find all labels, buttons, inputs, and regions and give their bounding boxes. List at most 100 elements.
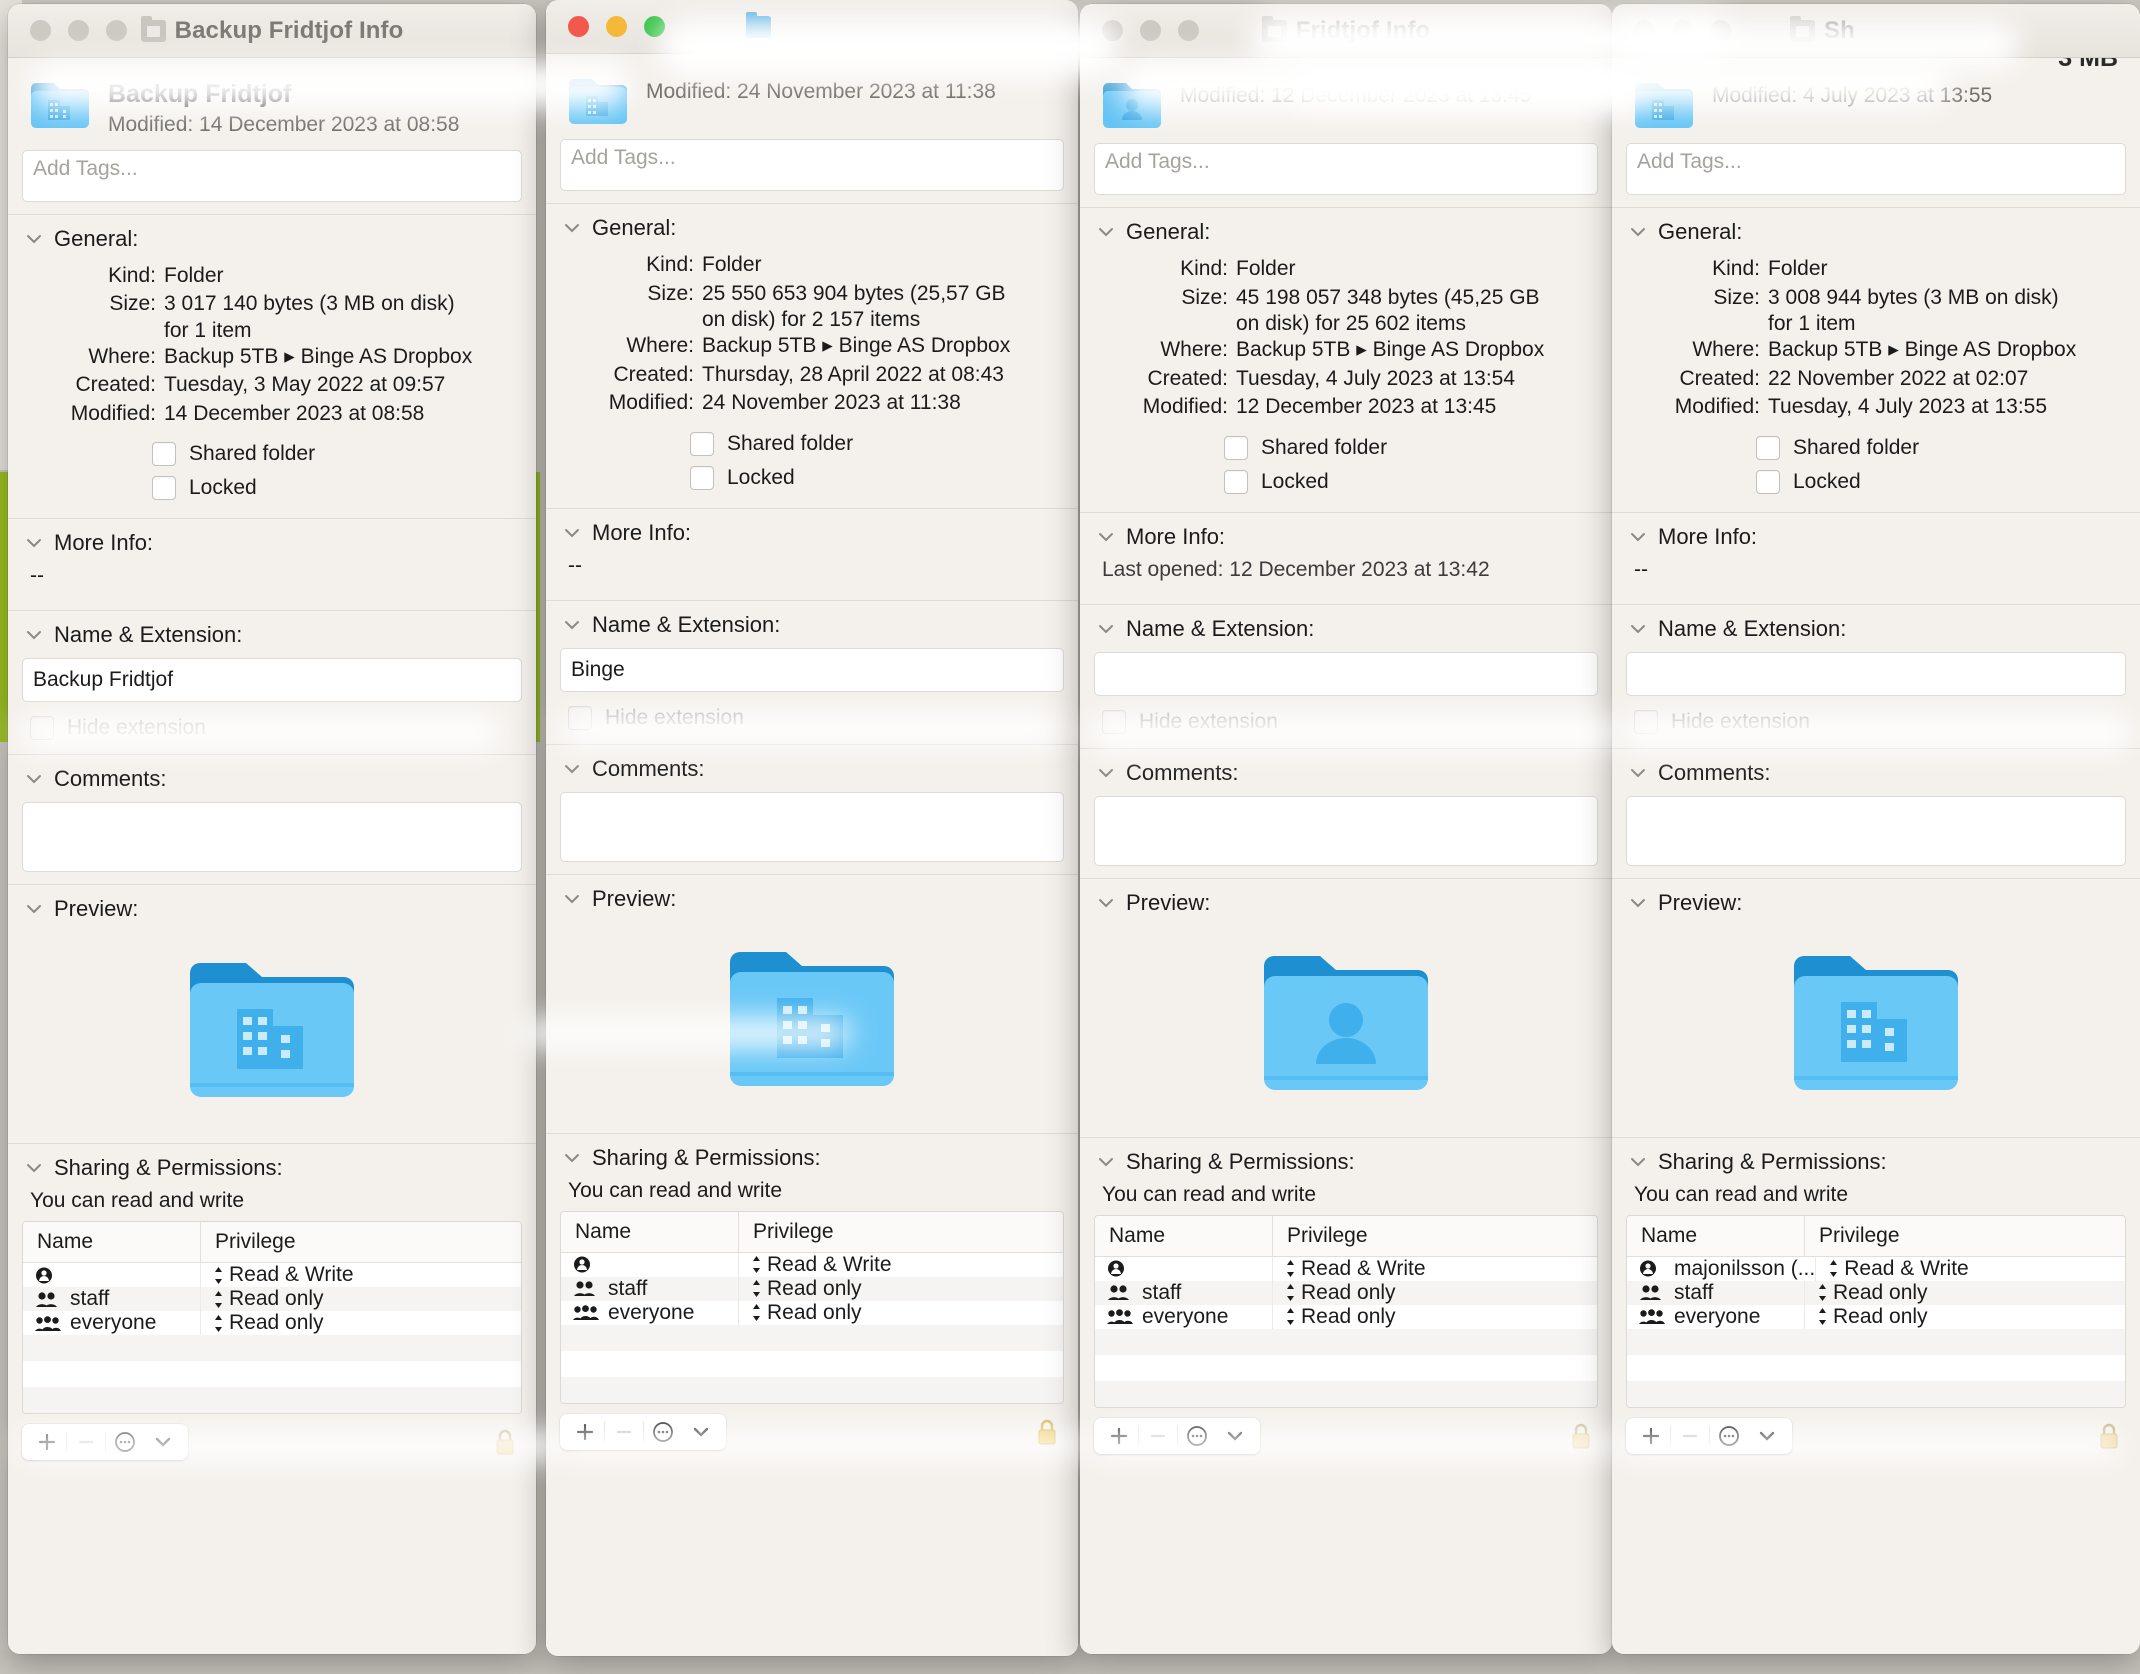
permissions-table-3[interactable]: Name Privilege Read & Write staff Read o… [1094, 1215, 1598, 1408]
zoom-button[interactable] [1178, 20, 1199, 41]
comments-input-2[interactable] [560, 792, 1064, 862]
table-row[interactable]: majonilsson (... Read & Write [1627, 1257, 2125, 1281]
shared-folder-checkbox-row-4[interactable]: Shared folder [1756, 436, 2140, 460]
name-ext-disclosure-2[interactable]: Name & Extension: [546, 601, 1078, 642]
locked-checkbox-row-2[interactable]: Locked [690, 466, 1078, 490]
locked-checkbox-3[interactable] [1224, 470, 1248, 494]
shared-folder-checkbox-1[interactable] [152, 442, 176, 466]
tags-input-3[interactable]: Add Tags... [1094, 143, 1598, 195]
tags-input-1[interactable]: Add Tags... [22, 150, 522, 202]
stepper-icon[interactable] [751, 1279, 762, 1298]
sharing-disclosure-4[interactable]: Sharing & Permissions: [1612, 1138, 2140, 1179]
table-row[interactable]: staff Read only [1095, 1281, 1597, 1305]
sharing-disclosure-1[interactable]: Sharing & Permissions: [8, 1144, 536, 1185]
sharing-disclosure-2[interactable]: Sharing & Permissions: [546, 1134, 1078, 1175]
locked-checkbox-row-4[interactable]: Locked [1756, 470, 2140, 494]
titlebar-1[interactable]: Backup Fridtjof Info [8, 4, 536, 58]
table-row[interactable]: staff Read only [1627, 1281, 2125, 1305]
tags-input-2[interactable]: Add Tags... [560, 139, 1064, 191]
table-row[interactable]: everyone Read only [561, 1301, 1063, 1325]
name-input-1[interactable]: Backup Fridtjof [22, 658, 522, 702]
close-button[interactable] [30, 20, 51, 41]
name-input-2[interactable]: Binge [560, 648, 1064, 692]
stepper-icon[interactable] [1285, 1307, 1296, 1326]
stepper-icon[interactable] [1817, 1307, 1828, 1326]
more-info-disclosure-3[interactable]: More Info: [1080, 513, 1612, 554]
info-window-4[interactable]: Sh Modified: 4 July 2023 at 13:55 3 MB A [1612, 4, 2140, 1654]
shared-folder-checkbox-row-1[interactable]: Shared folder [152, 442, 536, 466]
general-disclosure-4[interactable]: General: [1612, 208, 2140, 249]
zoom-button[interactable] [106, 20, 127, 41]
name-ext-disclosure-4[interactable]: Name & Extension: [1612, 605, 2140, 646]
table-row[interactable]: staff Read only [561, 1277, 1063, 1301]
info-window-3[interactable]: Fridtjof Info Modified: 12 December 2023… [1080, 4, 1612, 1654]
tags-input-4[interactable]: Add Tags... [1626, 143, 2126, 195]
stepper-icon[interactable] [751, 1303, 762, 1322]
info-window-1[interactable]: Backup Fridtjof Info Backup Fridtjof Mod [8, 4, 536, 1654]
name-ext-disclosure-1[interactable]: Name & Extension: [8, 611, 536, 652]
table-row[interactable]: Read & Write [561, 1253, 1063, 1277]
locked-checkbox-2[interactable] [690, 466, 714, 490]
table-row[interactable]: Read & Write [23, 1263, 521, 1287]
minimize-button[interactable] [1140, 20, 1161, 41]
stepper-icon[interactable] [1828, 1259, 1839, 1278]
locked-checkbox-row-3[interactable]: Locked [1224, 470, 1612, 494]
general-disclosure-3[interactable]: General: [1080, 208, 1612, 249]
table-row[interactable]: everyone Read only [1095, 1305, 1597, 1329]
info-window-2[interactable]: Modified: 24 November 2023 at 11:38 Add … [546, 0, 1078, 1656]
preview-disclosure-4[interactable]: Preview: [1612, 879, 2140, 920]
minimize-button[interactable] [68, 20, 89, 41]
general-disclosure-2[interactable]: General: [546, 204, 1078, 245]
stepper-icon[interactable] [1817, 1283, 1828, 1302]
permissions-table-4[interactable]: Name Privilege majonilsson (... Read & W… [1626, 1215, 2126, 1408]
preview-disclosure-1[interactable]: Preview: [8, 885, 536, 926]
table-row[interactable]: staff Read only [23, 1287, 521, 1311]
locked-checkbox-4[interactable] [1756, 470, 1780, 494]
comments-disclosure-2[interactable]: Comments: [546, 745, 1078, 786]
stepper-icon[interactable] [1285, 1259, 1296, 1278]
preview-disclosure-3[interactable]: Preview: [1080, 879, 1612, 920]
table-row[interactable]: everyone Read only [1627, 1305, 2125, 1329]
chevron-down-icon [1098, 1157, 1114, 1167]
shared-folder-checkbox-row-2[interactable]: Shared folder [690, 432, 1078, 456]
general-disclosure-1[interactable]: General: [8, 215, 536, 256]
stepper-icon[interactable] [213, 1266, 224, 1285]
stepper-icon[interactable] [751, 1255, 762, 1274]
more-info-disclosure-1[interactable]: More Info: [8, 519, 536, 560]
preview-disclosure-2[interactable]: Preview: [546, 875, 1078, 916]
chevron-down-icon [1630, 1157, 1646, 1167]
comments-disclosure-4[interactable]: Comments: [1612, 749, 2140, 790]
permissions-table-1[interactable]: Name Privilege Read & Write staff Read o… [22, 1221, 522, 1414]
comments-input-4[interactable] [1626, 796, 2126, 866]
more-info-disclosure-2[interactable]: More Info: [546, 509, 1078, 550]
shared-folder-checkbox-2[interactable] [690, 432, 714, 456]
comments-input-1[interactable] [22, 802, 522, 872]
locked-checkbox-1[interactable] [152, 476, 176, 500]
table-row[interactable]: everyone Read only [23, 1311, 521, 1335]
table-empty-row [23, 1387, 521, 1413]
comments-disclosure-3[interactable]: Comments: [1080, 749, 1612, 790]
traffic-lights-2[interactable] [568, 16, 665, 37]
close-button[interactable] [568, 16, 589, 37]
name-input-4[interactable] [1626, 652, 2126, 696]
size-value-cont-1: for 1 item [164, 319, 520, 343]
permissions-table-2[interactable]: Name Privilege Read & Write staff Read o… [560, 1211, 1064, 1404]
shared-folder-checkbox-row-3[interactable]: Shared folder [1224, 436, 1612, 460]
name-ext-disclosure-3[interactable]: Name & Extension: [1080, 605, 1612, 646]
single-person-icon [573, 1256, 599, 1273]
minimize-button[interactable] [606, 16, 627, 37]
shared-folder-checkbox-4[interactable] [1756, 436, 1780, 460]
name-input-3[interactable] [1094, 652, 1598, 696]
comments-disclosure-1[interactable]: Comments: [8, 755, 536, 796]
more-info-disclosure-4[interactable]: More Info: [1612, 513, 2140, 554]
comments-input-3[interactable] [1094, 796, 1598, 866]
stepper-icon[interactable] [213, 1290, 224, 1309]
locked-checkbox-row-1[interactable]: Locked [152, 476, 536, 500]
stepper-icon[interactable] [213, 1314, 224, 1333]
stepper-icon[interactable] [1285, 1283, 1296, 1302]
traffic-lights-1[interactable] [30, 20, 127, 41]
sharing-disclosure-3[interactable]: Sharing & Permissions: [1080, 1138, 1612, 1179]
shared-folder-checkbox-3[interactable] [1224, 436, 1248, 460]
table-row[interactable]: Read & Write [1095, 1257, 1597, 1281]
folder-building-icon [724, 938, 900, 1098]
